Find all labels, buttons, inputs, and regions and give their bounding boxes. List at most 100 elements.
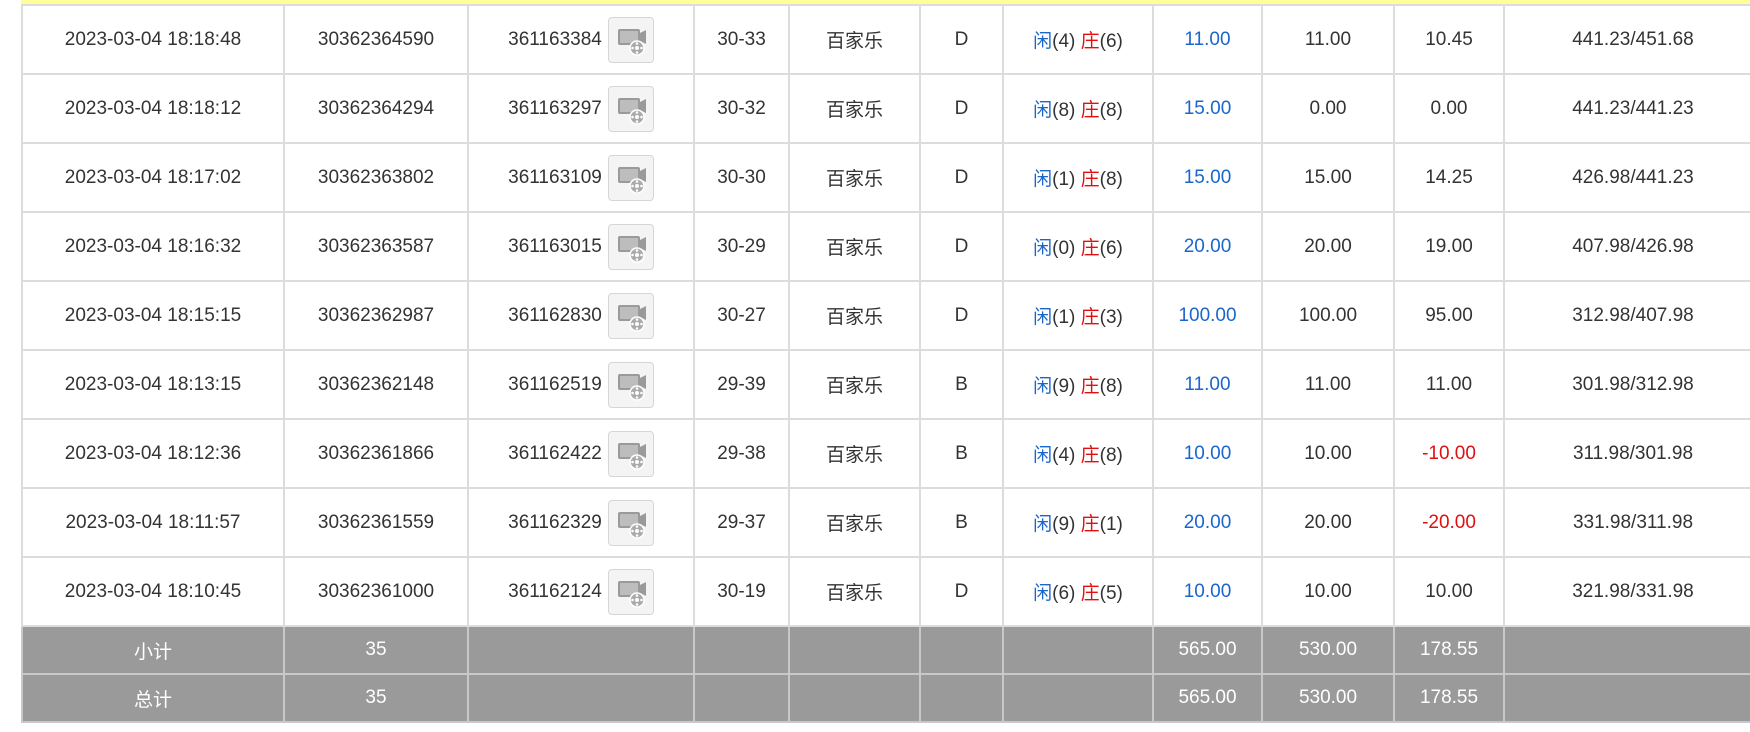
player-points: (1) [1052,307,1076,328]
banker-points: (8) [1099,100,1123,121]
empty-cell [693,673,790,723]
valid-bet: 11.00 [1261,349,1395,420]
video-replay-icon[interactable] [607,361,654,408]
video-replay-icon[interactable] [607,223,654,270]
bet-amount: 11.00 [1152,4,1263,75]
balance-change: 312.98/407.98 [1503,280,1750,351]
order-number: 30362361866 [283,418,469,489]
round-number: 361162519 [508,373,602,395]
round-cell: 361163015 [467,211,695,282]
game-result: 闲(0) 庄(6) [1002,211,1154,282]
video-replay-icon[interactable] [607,16,654,63]
valid-bet: 20.00 [1261,487,1395,558]
game-result: 闲(4) 庄(8) [1002,418,1154,489]
empty-cell [467,625,695,675]
subtotal-valid: 530.00 [1261,625,1395,675]
game-type: 百家乐 [788,4,921,75]
banker-points: (3) [1099,307,1123,328]
valid-bet: 10.00 [1261,556,1395,627]
table-row: 2023-03-04 18:17:02 30362363802 36116310… [21,142,1750,213]
player-label: 闲 [1033,583,1053,604]
banker-points: (6) [1099,238,1123,259]
video-replay-icon[interactable] [607,499,654,546]
total-row: 总计 35 565.00 530.00 178.55 [21,673,1750,723]
banker-points: (1) [1099,514,1123,535]
total-count: 35 [283,673,469,723]
table-body: 2023-03-04 18:18:48 30362364590 36116338… [21,4,1750,723]
shoe-round: 29-39 [693,349,790,420]
bet-amount: 10.00 [1152,556,1263,627]
player-label: 闲 [1033,100,1053,121]
empty-cell [693,625,790,675]
round-cell: 361162422 [467,418,695,489]
empty-cell [788,673,921,723]
video-replay-icon[interactable] [607,154,654,201]
order-number: 30362364294 [283,73,469,144]
bet-amount: 20.00 [1152,487,1263,558]
win-loss: 10.45 [1393,4,1505,75]
player-points: (0) [1052,238,1076,259]
game-type: 百家乐 [788,487,921,558]
player-label: 闲 [1033,376,1053,397]
valid-bet: 100.00 [1261,280,1395,351]
banker-points: (6) [1099,31,1123,52]
round-number: 361163384 [508,28,602,50]
bet-amount: 10.00 [1152,418,1263,489]
game-result: 闲(8) 庄(8) [1002,73,1154,144]
win-loss: 95.00 [1393,280,1505,351]
win-loss: -10.00 [1393,418,1505,489]
game-result: 闲(4) 庄(6) [1002,4,1154,75]
round-number: 361162329 [508,511,602,533]
order-number: 30362362987 [283,280,469,351]
player-label: 闲 [1033,307,1053,328]
win-loss: 11.00 [1393,349,1505,420]
round-number: 361163297 [508,97,602,119]
total-label: 总计 [21,673,285,723]
player-label: 闲 [1033,514,1053,535]
balance-change: 331.98/311.98 [1503,487,1750,558]
win-loss: 0.00 [1393,73,1505,144]
subtotal-bet: 565.00 [1152,625,1263,675]
video-replay-icon[interactable] [607,292,654,339]
table-id: D [919,280,1004,351]
player-points: (8) [1052,100,1076,121]
bet-time: 2023-03-04 18:18:12 [21,73,285,144]
table-row: 2023-03-04 18:15:15 30362362987 36116283… [21,280,1750,351]
order-number: 30362361000 [283,556,469,627]
game-result: 闲(1) 庄(8) [1002,142,1154,213]
table-row: 2023-03-04 18:16:32 30362363587 36116301… [21,211,1750,282]
valid-bet: 20.00 [1261,211,1395,282]
video-replay-icon[interactable] [607,568,654,615]
bet-records-table: 2023-03-04 18:18:48 30362364590 36116338… [21,4,1750,723]
banker-label: 庄 [1080,583,1100,604]
bet-time: 2023-03-04 18:12:36 [21,418,285,489]
banker-label: 庄 [1080,100,1100,121]
bet-time: 2023-03-04 18:16:32 [21,211,285,282]
subtotal-row: 小计 35 565.00 530.00 178.55 [21,625,1750,675]
subtotal-count: 35 [283,625,469,675]
game-type: 百家乐 [788,349,921,420]
game-type: 百家乐 [788,418,921,489]
empty-cell [1002,625,1154,675]
bet-time: 2023-03-04 18:10:45 [21,556,285,627]
round-number: 361162422 [508,442,602,464]
balance-change: 441.23/451.68 [1503,4,1750,75]
player-points: (9) [1052,514,1076,535]
banker-label: 庄 [1080,376,1100,397]
valid-bet: 10.00 [1261,418,1395,489]
player-label: 闲 [1033,445,1053,466]
valid-bet: 0.00 [1261,73,1395,144]
banker-label: 庄 [1080,445,1100,466]
left-margin [0,0,21,732]
empty-cell [467,673,695,723]
video-replay-icon[interactable] [607,85,654,132]
video-replay-icon[interactable] [607,430,654,477]
round-cell: 361163384 [467,4,695,75]
bet-time: 2023-03-04 18:18:48 [21,4,285,75]
balance-change: 441.23/441.23 [1503,73,1750,144]
bet-time: 2023-03-04 18:15:15 [21,280,285,351]
banker-points: (8) [1099,445,1123,466]
banker-label: 庄 [1080,238,1100,259]
banker-label: 庄 [1080,169,1100,190]
bet-time: 2023-03-04 18:11:57 [21,487,285,558]
